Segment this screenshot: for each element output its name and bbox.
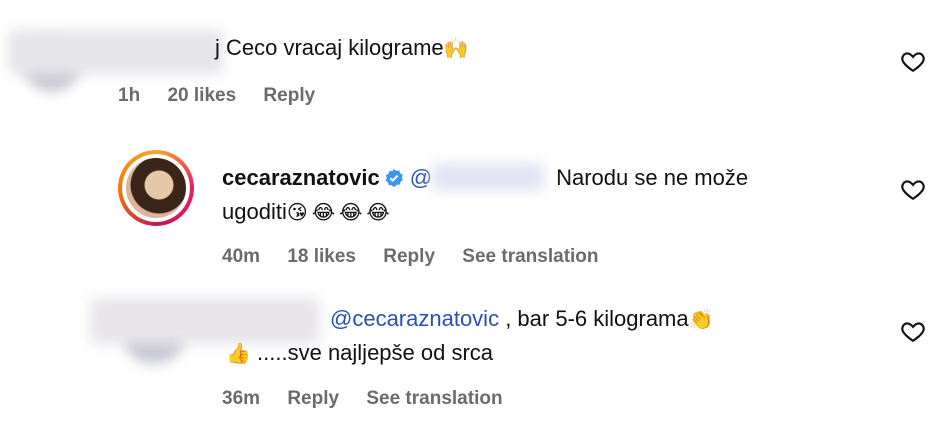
comment-meta: 1h 20 likes Reply xyxy=(118,85,337,107)
heart-icon[interactable] xyxy=(900,48,926,74)
reply-button[interactable]: Reply xyxy=(383,246,435,268)
heart-icon[interactable] xyxy=(900,318,926,344)
heart-icon[interactable] xyxy=(900,176,926,202)
comment-text: @cecaraznatovic , bar 5-6 kilograma👏 xyxy=(330,306,714,331)
mention-blurred[interactable]: @ xyxy=(410,165,432,190)
mention[interactable]: @cecaraznatovic xyxy=(330,306,499,331)
comment-meta: 40m 18 likes Reply See translation xyxy=(222,246,621,268)
comment-text: j Ceco vracaj kilograme🙌 xyxy=(215,35,469,60)
reply-button[interactable]: Reply xyxy=(263,85,315,107)
see-translation-button[interactable]: See translation xyxy=(462,246,598,268)
thumbs-up-icon: 👍 xyxy=(226,341,251,365)
likes-count[interactable]: 20 likes xyxy=(167,85,236,107)
see-translation-button[interactable]: See translation xyxy=(366,388,502,410)
clapping-hands-icon: 👏 xyxy=(688,307,714,331)
username-blurred[interactable] xyxy=(8,30,223,74)
comment-meta: 36m Reply See translation xyxy=(222,388,525,410)
comment-2: cecaraznatovic @ Narodu se ne može ugoditi… xyxy=(0,140,940,280)
reply-button[interactable]: Reply xyxy=(287,388,339,410)
timestamp: 1h xyxy=(118,85,141,106)
timestamp: 40m xyxy=(222,246,261,267)
emoji-group: 😘😂😂😂 xyxy=(286,200,394,224)
comment-text: cecaraznatovic @ Narodu se ne može xyxy=(222,163,749,191)
raised-hands-icon: 🙌 xyxy=(443,36,469,60)
username[interactable]: cecaraznatovic xyxy=(222,165,380,190)
timestamp: 36m xyxy=(222,388,261,409)
comment-text-line2: ugoditi😘😂😂😂 xyxy=(222,199,394,224)
avatar[interactable] xyxy=(118,150,194,226)
verified-badge-icon xyxy=(385,169,403,187)
comment-1: j Ceco vracaj kilograme🙌 1h 20 likes Rep… xyxy=(0,0,940,120)
avatar-photo xyxy=(126,158,186,218)
mention-username-blurred xyxy=(432,163,545,191)
comment-3: @cecaraznatovic , bar 5-6 kilograma👏 👍 .… xyxy=(0,290,940,422)
comment-text-line2: 👍 .....sve najljepše od srca xyxy=(226,340,494,365)
likes-count[interactable]: 18 likes xyxy=(287,246,356,268)
